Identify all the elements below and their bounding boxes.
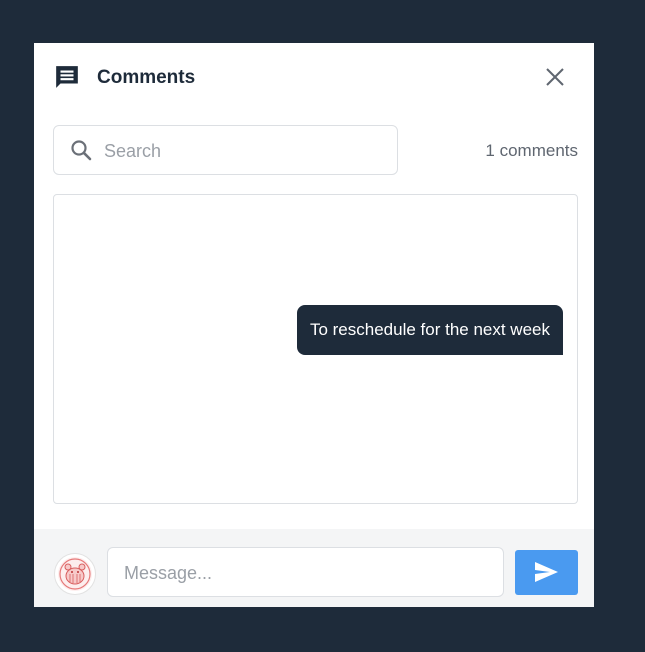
- comment-icon: [56, 66, 78, 88]
- avatar-image: [58, 557, 92, 591]
- composer-bar: [34, 529, 594, 607]
- send-icon: [535, 562, 558, 582]
- send-button[interactable]: [515, 550, 578, 595]
- search-input[interactable]: [102, 136, 386, 166]
- comment-bubble: To reschedule for the next week: [296, 305, 563, 355]
- comment-count: 1 comments: [485, 141, 578, 160]
- search-icon: [71, 140, 92, 161]
- panel-title: Comments: [97, 67, 196, 88]
- comments-panel: Comments 1 comments To reschedule for th…: [34, 43, 594, 607]
- avatar: [54, 553, 96, 595]
- message-input[interactable]: [122, 558, 496, 588]
- comment-thread[interactable]: To reschedule for the next week: [53, 194, 578, 504]
- close-icon[interactable]: [544, 66, 566, 88]
- message-box: [107, 547, 504, 597]
- comments-header: Comments: [34, 43, 594, 113]
- search-box: [53, 125, 398, 175]
